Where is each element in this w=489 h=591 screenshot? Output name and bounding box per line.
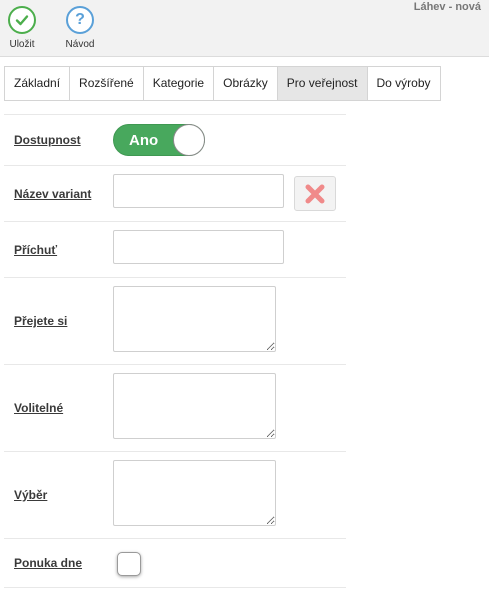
- ponuka-dne-label: Ponuka dne: [14, 556, 83, 570]
- public-form: Dostupnost Ano Název variant Příchuť Pře…: [4, 114, 346, 588]
- volitelne-label: Volitelné: [14, 401, 64, 415]
- prejete-si-label: Přejete si: [14, 314, 68, 328]
- vyber-label: Výběr: [14, 488, 48, 502]
- save-button[interactable]: Uložit: [0, 6, 47, 50]
- page-title: Láhev - nová: [413, 1, 481, 13]
- help-icon-glyph: ?: [75, 11, 85, 28]
- help-label: Návod: [65, 39, 95, 50]
- dostupnost-toggle[interactable]: Ano: [113, 124, 205, 156]
- help-button[interactable]: ? Návod: [55, 6, 105, 50]
- prichut-label: Příchuť: [14, 242, 58, 257]
- vyber-textarea[interactable]: [113, 460, 276, 526]
- prejete-si-textarea[interactable]: [113, 286, 276, 352]
- row-prichut: Příchuť: [4, 221, 346, 277]
- tab-obrazky[interactable]: Obrázky: [213, 66, 278, 101]
- save-label: Uložit: [9, 39, 35, 50]
- row-volitelne: Volitelné: [4, 364, 346, 451]
- question-circle-icon: ?: [66, 6, 94, 34]
- row-nazev-variant: Název variant: [4, 165, 346, 221]
- row-ponuka-dne: Ponuka dne: [4, 538, 346, 588]
- check-circle-icon: [8, 6, 36, 34]
- prichut-input[interactable]: [113, 230, 284, 264]
- toggle-text: Ano: [129, 132, 159, 149]
- volitelne-textarea[interactable]: [113, 373, 276, 439]
- dostupnost-label: Dostupnost: [14, 133, 81, 147]
- tab-do-vyroby[interactable]: Do výroby: [366, 66, 441, 101]
- toolbar: Uložit ? Návod Láhev - nová: [0, 0, 489, 57]
- row-prejete-si: Přejete si: [4, 277, 346, 364]
- tab-zakladni[interactable]: Základní: [4, 66, 71, 101]
- tab-rozsirene[interactable]: Rozšířené: [69, 66, 144, 101]
- remove-variant-button[interactable]: [294, 176, 336, 211]
- remove-x-icon: [305, 184, 325, 203]
- tab-pro-verejnost[interactable]: Pro veřejnost: [276, 66, 368, 101]
- row-dostupnost: Dostupnost Ano: [4, 114, 346, 165]
- tab-bar: Základní Rozšířené Kategorie Obrázky Pro…: [4, 66, 441, 101]
- row-vyber: Výběr: [4, 451, 346, 538]
- nazev-variant-input[interactable]: [113, 174, 284, 208]
- nazev-variant-label: Název variant: [14, 186, 92, 201]
- tab-kategorie[interactable]: Kategorie: [142, 66, 215, 101]
- ponuka-dne-checkbox[interactable]: [117, 552, 141, 576]
- toggle-knob[interactable]: [173, 124, 205, 156]
